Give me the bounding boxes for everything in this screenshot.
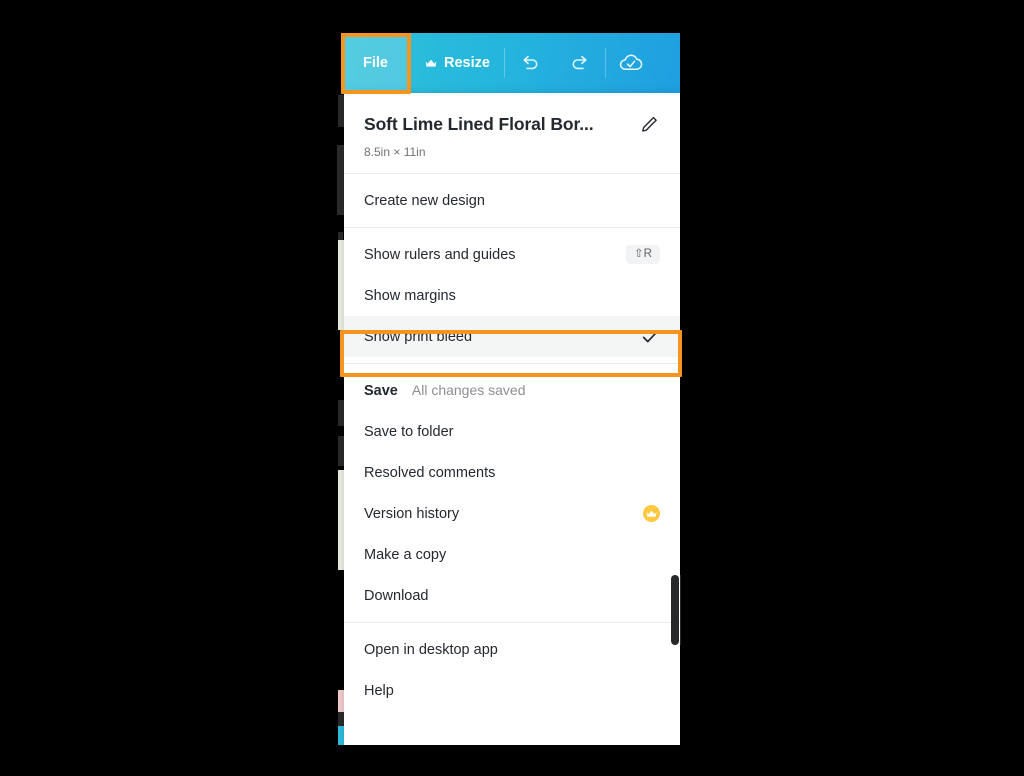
menu-group-view: Show rulers and guides ⇧R Show margins S… xyxy=(344,228,680,363)
menu-item-show-margins[interactable]: Show margins xyxy=(344,275,680,316)
menu-group-create: Create new design xyxy=(344,174,680,227)
pro-crown-badge-icon xyxy=(643,505,660,522)
menu-scrollbar-thumb[interactable] xyxy=(671,575,679,645)
menu-item-help[interactable]: Help xyxy=(344,670,680,711)
screenshot-stage: File Resize Soft Lime Lined Floral Bor..… xyxy=(0,0,1024,776)
cloud-check-icon xyxy=(618,52,644,74)
file-menu-button[interactable]: File xyxy=(341,33,410,93)
crown-icon xyxy=(425,59,437,68)
menu-item-open-in-desktop-app[interactable]: Open in desktop app xyxy=(344,629,680,670)
design-header: Soft Lime Lined Floral Bor... 8.5in × 11… xyxy=(344,93,680,173)
menu-item-label: Help xyxy=(364,682,394,699)
undo-icon xyxy=(519,52,541,74)
menu-item-label: Create new design xyxy=(364,192,485,209)
pencil-icon[interactable] xyxy=(638,113,660,135)
file-menu-dropdown: Soft Lime Lined Floral Bor... 8.5in × 11… xyxy=(344,93,680,745)
redo-icon xyxy=(569,52,591,74)
background-artifact xyxy=(338,232,343,240)
menu-item-label: Show rulers and guides xyxy=(364,246,516,263)
resize-button[interactable]: Resize xyxy=(410,33,504,93)
menu-item-create-new-design[interactable]: Create new design xyxy=(344,180,680,221)
menu-item-label: Open in desktop app xyxy=(364,641,498,658)
menu-item-label: Resolved comments xyxy=(364,464,496,481)
menu-item-label: Show print bleed xyxy=(364,328,473,345)
menu-item-label: Save to folder xyxy=(364,423,454,440)
menu-item-version-history[interactable]: Version history xyxy=(344,493,680,534)
file-menu-label: File xyxy=(363,55,388,71)
menu-group-app: Open in desktop app Help xyxy=(344,623,680,717)
menu-item-save-to-folder[interactable]: Save to folder xyxy=(344,411,680,452)
menu-item-label: Save xyxy=(364,383,398,399)
resize-label: Resize xyxy=(444,55,490,71)
menu-item-save[interactable]: Save All changes saved xyxy=(344,370,680,411)
menu-item-download[interactable]: Download xyxy=(344,575,680,616)
menu-item-label: Version history xyxy=(364,505,460,522)
redo-button[interactable] xyxy=(555,33,605,93)
menu-item-make-a-copy[interactable]: Make a copy xyxy=(344,534,680,575)
menu-item-show-print-bleed[interactable]: Show print bleed xyxy=(344,316,680,357)
design-title: Soft Lime Lined Floral Bor... xyxy=(364,113,594,134)
keyboard-shortcut-badge: ⇧R xyxy=(626,244,660,265)
menu-scrollbar[interactable] xyxy=(671,93,679,745)
cloud-save-status-button[interactable] xyxy=(606,33,656,93)
menu-item-resolved-comments[interactable]: Resolved comments xyxy=(344,452,680,493)
menu-item-label: Make a copy xyxy=(364,546,447,563)
menu-item-label: Show margins xyxy=(364,287,456,304)
menu-item-label: Download xyxy=(364,587,429,604)
check-icon xyxy=(640,327,660,347)
background-artifact xyxy=(337,145,344,215)
menu-group-file-actions: Save All changes saved Save to folder Re… xyxy=(344,364,680,622)
undo-button[interactable] xyxy=(505,33,555,93)
save-status-text: All changes saved xyxy=(411,382,526,398)
menu-item-show-rulers-and-guides[interactable]: Show rulers and guides ⇧R xyxy=(344,234,680,275)
design-dimensions: 8.5in × 11in xyxy=(364,145,426,159)
editor-toolbar: File Resize xyxy=(341,33,680,93)
